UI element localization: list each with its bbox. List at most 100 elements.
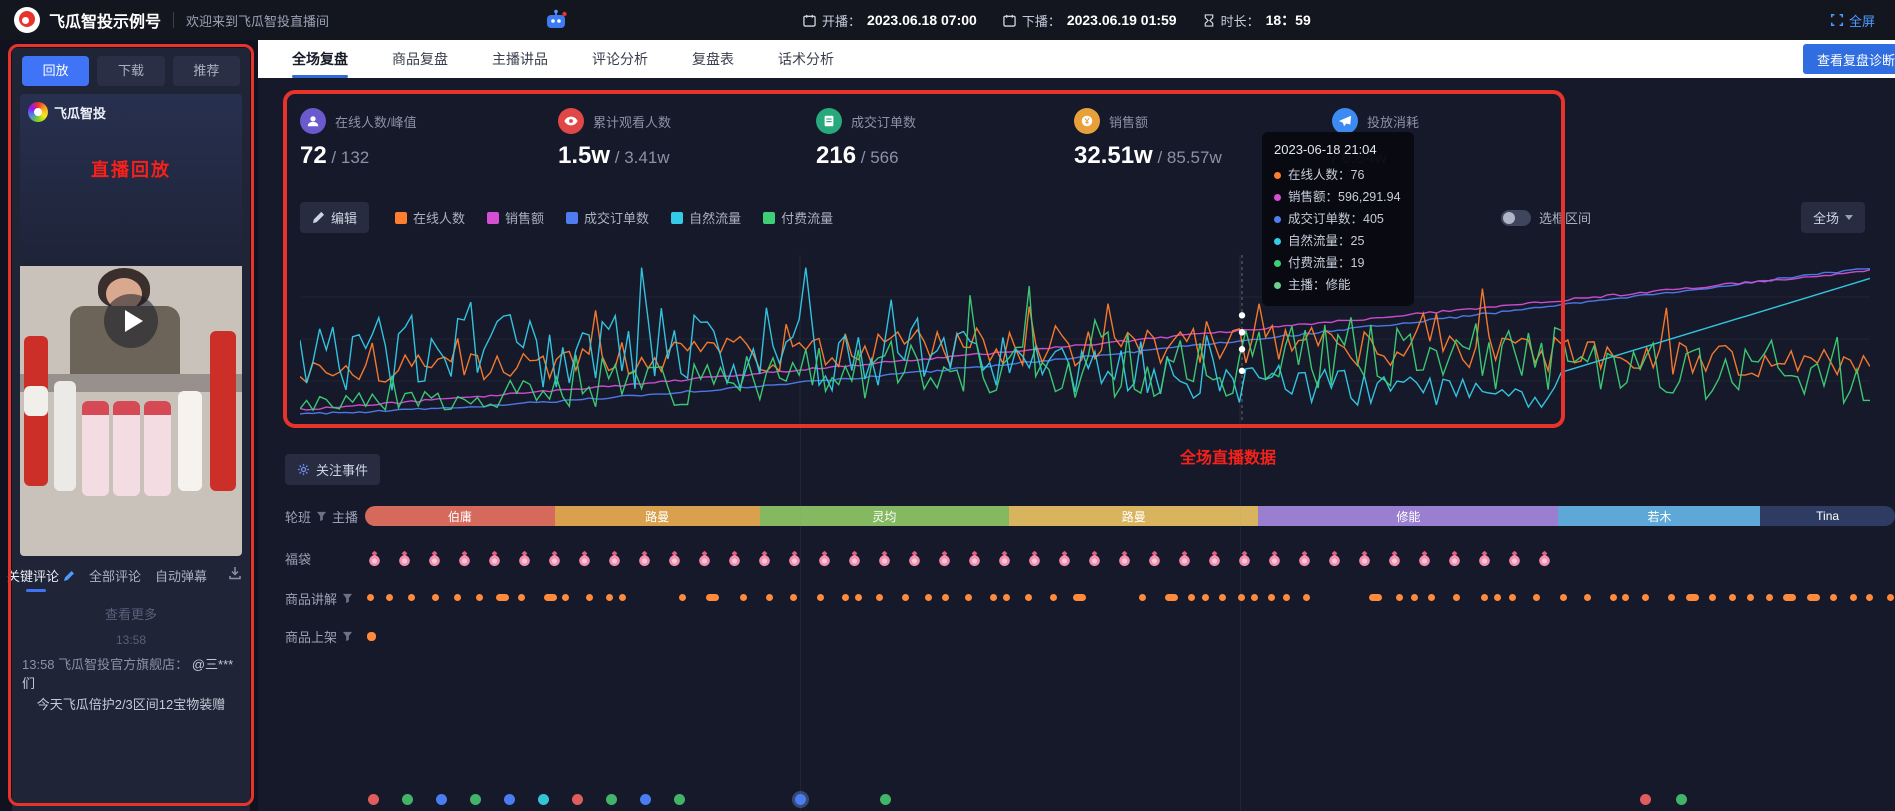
lucky-bag-icon[interactable]	[365, 549, 384, 568]
explain-marker[interactable]	[1003, 594, 1010, 601]
shift-bar[interactable]: 伯庸路曼灵均路曼修能若木Tina	[365, 506, 1895, 526]
explain-marker[interactable]	[1453, 594, 1460, 601]
lucky-bag-icon[interactable]	[1475, 549, 1494, 568]
legend-item-销售额[interactable]: 销售额	[487, 208, 544, 227]
explain-marker[interactable]	[1747, 594, 1754, 601]
lucky-bag-icon[interactable]	[905, 549, 924, 568]
shift-segment-Tina[interactable]: Tina	[1760, 506, 1895, 526]
explain-marker[interactable]	[1509, 594, 1516, 601]
explain-marker[interactable]	[544, 594, 557, 601]
interaction-marker[interactable]	[538, 794, 549, 805]
lucky-bag-icon[interactable]	[425, 549, 444, 568]
explain-marker[interactable]	[1073, 594, 1086, 601]
lucky-bag-icon[interactable]	[1235, 549, 1254, 568]
scope-dropdown[interactable]: 全场	[1801, 202, 1865, 233]
interaction-marker[interactable]	[504, 794, 515, 805]
lucky-bag-icon[interactable]	[725, 549, 744, 568]
lucky-bag-icon[interactable]	[755, 549, 774, 568]
lucky-bag-icon[interactable]	[1355, 549, 1374, 568]
lucky-bag-icon[interactable]	[1175, 549, 1194, 568]
lucky-bag-icon[interactable]	[1325, 549, 1344, 568]
review-diagnosis-button[interactable]: 查看复盘诊断	[1803, 44, 1895, 74]
legend-item-在线人数[interactable]: 在线人数	[395, 208, 465, 227]
legend-item-成交订单数[interactable]: 成交订单数	[566, 208, 649, 227]
explain-marker[interactable]	[1268, 594, 1275, 601]
bag-markers[interactable]	[365, 549, 1895, 568]
interaction-marker[interactable]	[1640, 794, 1651, 805]
interaction-marker[interactable]	[368, 794, 379, 805]
explain-marker[interactable]	[925, 594, 932, 601]
explain-marker[interactable]	[1642, 594, 1649, 601]
explain-marker[interactable]	[1251, 594, 1258, 601]
sidebar-tab-推荐[interactable]: 推荐	[173, 56, 240, 86]
legend-item-付费流量[interactable]: 付费流量	[763, 208, 833, 227]
lucky-bag-icon[interactable]	[485, 549, 504, 568]
explain-marker[interactable]	[1025, 594, 1032, 601]
interaction-marker[interactable]	[674, 794, 685, 805]
explain-marker[interactable]	[1219, 594, 1226, 601]
shift-segment-修能[interactable]: 修能	[1258, 506, 1558, 526]
shift-segment-路曼[interactable]: 路曼	[1009, 506, 1258, 526]
explain-marker[interactable]	[619, 594, 626, 601]
lucky-bag-icon[interactable]	[395, 549, 414, 568]
explain-marker[interactable]	[1303, 594, 1310, 601]
lucky-bag-icon[interactable]	[1295, 549, 1314, 568]
tab-话术分析[interactable]: 话术分析	[756, 40, 856, 78]
tab-主播讲品[interactable]: 主播讲品	[470, 40, 570, 78]
lucky-bag-icon[interactable]	[1025, 549, 1044, 568]
explain-marker[interactable]	[476, 594, 483, 601]
interaction-marker[interactable]	[436, 794, 447, 805]
explain-marker[interactable]	[902, 594, 909, 601]
explain-marker[interactable]	[1533, 594, 1540, 601]
explain-marker[interactable]	[855, 594, 862, 601]
lucky-bag-icon[interactable]	[515, 549, 534, 568]
explain-marker[interactable]	[1622, 594, 1629, 601]
lucky-bag-icon[interactable]	[635, 549, 654, 568]
explain-marker[interactable]	[1866, 594, 1873, 601]
tab-复盘表[interactable]: 复盘表	[670, 40, 756, 78]
explain-marker[interactable]	[562, 594, 569, 601]
lucky-bag-icon[interactable]	[1445, 549, 1464, 568]
explain-marker[interactable]	[1481, 594, 1488, 601]
assistant-robot-icon[interactable]	[544, 9, 568, 31]
follow-events-button[interactable]: 关注事件	[285, 454, 380, 485]
explain-marker[interactable]	[1729, 594, 1736, 601]
interaction-marker[interactable]	[880, 794, 891, 805]
play-button[interactable]	[104, 294, 158, 348]
lucky-bag-icon[interactable]	[695, 549, 714, 568]
explain-marker[interactable]	[1238, 594, 1245, 601]
explain-marker[interactable]	[1807, 594, 1820, 601]
lucky-bag-icon[interactable]	[995, 549, 1014, 568]
lucky-bag-icon[interactable]	[605, 549, 624, 568]
shift-segment-伯庸[interactable]: 伯庸	[365, 506, 555, 526]
explain-marker[interactable]	[1830, 594, 1837, 601]
lucky-bag-icon[interactable]	[1415, 549, 1434, 568]
explain-marker[interactable]	[1396, 594, 1403, 601]
explain-marker[interactable]	[1686, 594, 1699, 601]
sidebar-tab-回放[interactable]: 回放	[22, 56, 89, 86]
lucky-bag-icon[interactable]	[1115, 549, 1134, 568]
lucky-bag-icon[interactable]	[1505, 549, 1524, 568]
explain-marker[interactable]	[1411, 594, 1418, 601]
comment-tab-自动弹幕[interactable]: 自动弹幕	[155, 566, 207, 585]
explain-marker[interactable]	[790, 594, 797, 601]
lucky-bag-icon[interactable]	[815, 549, 834, 568]
explain-marker[interactable]	[1766, 594, 1773, 601]
explain-marker[interactable]	[1283, 594, 1290, 601]
explain-marker[interactable]	[386, 594, 393, 601]
lucky-bag-icon[interactable]	[1205, 549, 1224, 568]
explain-marker[interactable]	[1610, 594, 1617, 601]
launch-markers[interactable]	[365, 631, 1895, 641]
explain-marker[interactable]	[586, 594, 593, 601]
explain-marker[interactable]	[1560, 594, 1567, 601]
explain-marker[interactable]	[1139, 594, 1146, 601]
explain-marker[interactable]	[1165, 594, 1178, 601]
shift-segment-路曼[interactable]: 路曼	[555, 506, 760, 526]
interaction-markers[interactable]	[258, 794, 1895, 804]
explain-marker[interactable]	[766, 594, 773, 601]
interaction-marker[interactable]	[402, 794, 413, 805]
explain-marker[interactable]	[1783, 594, 1796, 601]
explain-marker[interactable]	[1584, 594, 1591, 601]
lucky-bag-icon[interactable]	[1385, 549, 1404, 568]
shift-segment-若木[interactable]: 若木	[1558, 506, 1760, 526]
